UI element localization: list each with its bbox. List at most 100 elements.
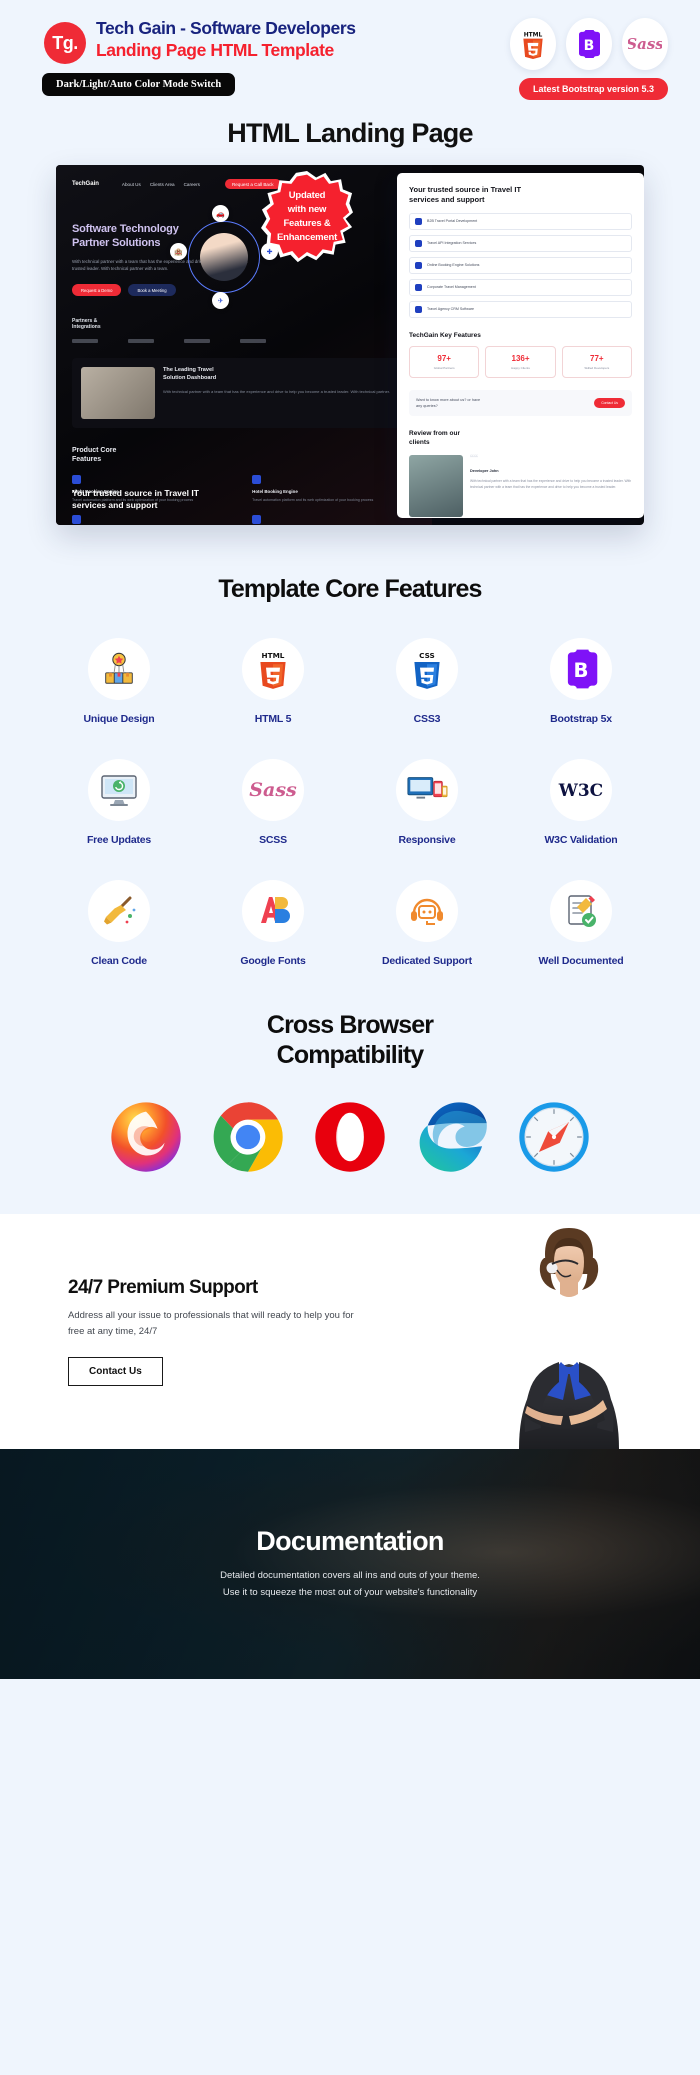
color-mode-switch-badge[interactable]: Dark/Light/Auto Color Mode Switch [42, 73, 236, 96]
stat-card: 77+ Skilled Developers [561, 345, 632, 378]
preview-feature-item: Corporate Travel Solution Travel automat… [252, 515, 416, 525]
preview-footer-text: Your trusted source in Travel IT services… [72, 488, 199, 510]
hotel-bed-icon: 🏨 [170, 243, 187, 260]
stat-card: 97+ Global Partners [409, 345, 480, 378]
feature-label: CSS3 [413, 713, 441, 725]
monitor-refresh-icon [88, 759, 150, 821]
broom-icon [88, 880, 150, 942]
preview-cta-button: Contact Us [594, 397, 625, 408]
sass-icon: Sass [242, 759, 304, 821]
document-check-icon [550, 880, 612, 942]
browser-logos [0, 1100, 700, 1174]
hero-title: HTML Landing Page [227, 118, 473, 148]
preview-navbar: TechGain About Us Clients Area Careers R… [72, 179, 416, 189]
badge-line: Enhancement [276, 231, 338, 243]
svg-text:W3C: W3C [558, 781, 603, 801]
firefox-icon [111, 1102, 181, 1172]
feature-css3: CSS CSS3 [350, 638, 504, 725]
html5-icon: HTML [242, 638, 304, 700]
feature-label: Responsive [398, 834, 456, 846]
preview-primary-button: Request a Demo [72, 284, 122, 297]
preview-secondary-button: Book a Meeting [128, 284, 176, 297]
preview-card-image [81, 367, 155, 420]
preview-light-list: B2B Travel Portal Development Travel API… [409, 212, 632, 318]
preview-review-body: ““ Developer John With technical partner… [409, 452, 632, 518]
preview-nav-logo: TechGain [72, 181, 99, 187]
documentation-line2: Use it to squeeze the most out of your w… [222, 1587, 478, 1598]
contact-us-button[interactable]: Contact Us [68, 1357, 163, 1387]
edge-icon [419, 1102, 487, 1172]
badge-line: Features & [283, 218, 331, 229]
list-item: Corporate Travel Management [409, 278, 632, 296]
svg-text:Sass: Sass [249, 779, 297, 801]
feature-label: HTML 5 [254, 713, 292, 725]
quote-icon: ““ [470, 452, 479, 467]
preview-card: The Leading Travel Solution Dashboard Wit… [72, 358, 417, 429]
preview-partners-label: Partners & Integrations [72, 318, 101, 331]
feature-bootstrap: B Bootstrap 5x [504, 638, 658, 725]
responsive-devices-icon [396, 759, 458, 821]
corporate-icon [252, 515, 262, 524]
preview-partner-logos [72, 339, 416, 344]
preview-feature-item: Hotel Booking Engine Travel automation p… [252, 474, 416, 503]
support-section: 24/7 Premium Support Address all your is… [0, 1214, 700, 1449]
persona-widget: 🚗 🏨 ✚ ✈ [170, 205, 278, 309]
check-icon [415, 217, 423, 225]
updated-badge-text: Updated with new Features & Enhancement [277, 189, 337, 244]
preview-cta-text: Want to know more about us? or have any … [416, 397, 481, 408]
stat-value: 136+ [511, 353, 530, 363]
browsers-section: Cross Browser Compatibility [0, 993, 700, 1214]
api-icon [72, 515, 81, 524]
preview-review-image [409, 455, 464, 518]
sass-icon: Sass [622, 18, 668, 70]
feature-label: Google Fonts [240, 955, 306, 967]
preview-light-title: Your trusted source in Travel IT services… [409, 185, 522, 204]
feature-scss: Sass SCSS [196, 759, 350, 846]
browsers-title: Cross Browser Compatibility [0, 1011, 700, 1070]
preview-feature-item: Travel APIs Travel automation platform a… [72, 515, 236, 525]
persona-photo [200, 233, 248, 281]
svg-text:Sass: Sass [628, 35, 662, 53]
stat-value: 97+ [437, 353, 451, 363]
browsers-title-line2: Compatibility [276, 1040, 425, 1069]
preview-light-panel: Your trusted source in Travel IT services… [397, 173, 644, 518]
svg-text:HTML: HTML [524, 33, 543, 39]
core-features-grid: Unique Design HTML HTML 5 CSS CSS3 B Boo… [0, 638, 700, 967]
preview-nav-item: Clients Area [149, 181, 175, 187]
feature-dedicated-support: Dedicated Support [350, 880, 504, 967]
hero-preview: TechGain About Us Clients Area Careers R… [56, 165, 644, 525]
bootstrap-version-badge: Latest Bootstrap version 5.3 [518, 78, 668, 100]
logo-icon: Tg. [44, 22, 86, 64]
documentation-title: Documentation [256, 1526, 444, 1557]
list-item-label: Travel Agency CRM Software [427, 307, 475, 311]
feature-well-documented: Well Documented [504, 880, 658, 967]
svg-text:HTML: HTML [262, 651, 285, 660]
stat-label: Skilled Developers [584, 365, 610, 370]
support-title: 24/7 Premium Support [68, 1276, 258, 1298]
stat-label: Happy Clients [511, 365, 530, 370]
list-item: Online Booking Engine Solutions [409, 256, 632, 274]
feature-w3c: W3C W3C Validation [504, 759, 658, 846]
flight-icon [72, 474, 81, 484]
css3-icon: CSS [396, 638, 458, 700]
brand-title: Tech Gain - Software Developers [96, 18, 356, 38]
plane-icon: ✈ [212, 292, 229, 309]
documentation-section: Documentation Detailed documentation cov… [0, 1449, 700, 1679]
preview-card-title: The Leading Travel Solution Dashboard [163, 367, 217, 382]
list-item-label: Travel API Integration Services [427, 241, 477, 245]
feature-free-updates: Free Updates [42, 759, 196, 846]
list-item-label: Online Booking Engine Solutions [427, 263, 480, 267]
tech-logos: HTML B Sass Latest Bootstrap version 5.3 [510, 18, 676, 100]
html5-icon: HTML [510, 18, 556, 70]
headset-support-icon [396, 880, 458, 942]
safari-icon [519, 1102, 589, 1172]
documentation-line1: Detailed documentation covers all ins an… [220, 1570, 480, 1582]
preview-nav-item: About Us [121, 181, 141, 187]
feature-label: Bootstrap 5x [550, 713, 612, 725]
browsers-title-line1: Cross Browser [266, 1011, 434, 1039]
updated-badge: Updated with new Features & Enhancement [261, 171, 353, 263]
check-icon [415, 305, 423, 313]
hero-section: HTML Landing Page TechGain About Us Clie… [0, 110, 700, 553]
stat-label: Global Partners [433, 365, 455, 370]
support-agent-photo [457, 1214, 672, 1449]
